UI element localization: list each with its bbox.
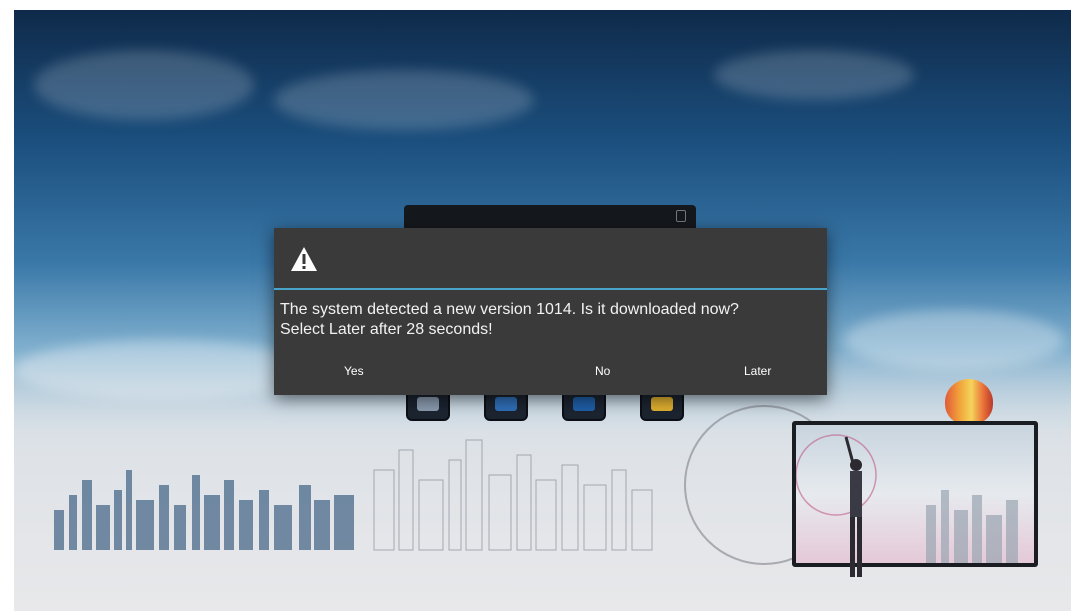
- dialog-header: [274, 228, 827, 290]
- app-tile-icon: [417, 397, 439, 411]
- city-skyline: [54, 439, 653, 551]
- cloud: [34, 50, 254, 120]
- dialog-message: The system detected a new version 1014. …: [280, 300, 820, 340]
- cloud: [274, 70, 534, 130]
- background-panel: [404, 205, 696, 229]
- app-tile-icon: [573, 397, 595, 411]
- lock-icon: [676, 210, 686, 222]
- person-silhouette: [844, 436, 862, 577]
- later-button[interactable]: Later: [736, 359, 779, 383]
- hot-air-balloon: [945, 379, 993, 425]
- update-dialog: The system detected a new version 1014. …: [274, 228, 827, 395]
- cloud: [714, 50, 914, 100]
- app-tile-icon: [495, 397, 517, 411]
- yes-button[interactable]: Yes: [336, 359, 372, 383]
- no-button[interactable]: No: [587, 359, 618, 383]
- app-tile-icon: [651, 397, 673, 411]
- tv-illustration: [792, 421, 1038, 567]
- dialog-message-line-1: The system detected a new version 1014. …: [280, 301, 739, 318]
- launcher-screen: The system detected a new version 1014. …: [14, 10, 1071, 611]
- tv-city-scene: [795, 434, 1018, 563]
- dialog-message-line-2: Select Later after 28 seconds!: [280, 321, 493, 338]
- warning-icon: [291, 247, 317, 271]
- dialog-button-row: Yes No Later: [274, 359, 827, 387]
